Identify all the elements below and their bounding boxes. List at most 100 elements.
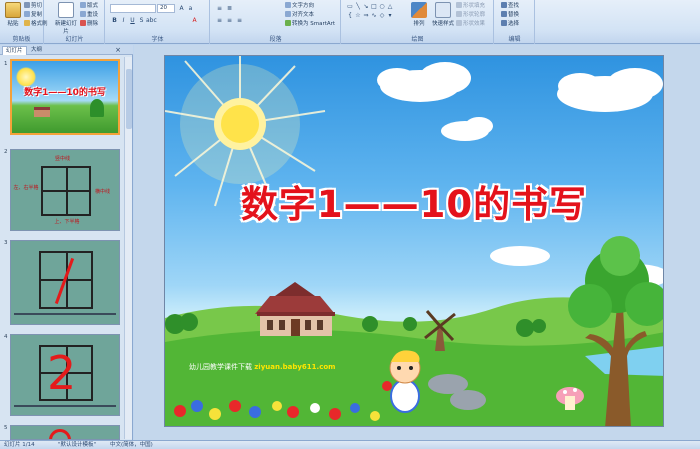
smartart-icon [285, 20, 291, 26]
digit-three-glyph [49, 429, 71, 439]
tab-outline[interactable]: 大纲 [28, 46, 45, 55]
grid-box [39, 251, 93, 309]
align-text-button[interactable]: 对齐文本 [285, 11, 314, 19]
thumb-number: 2 [4, 149, 8, 155]
sun-icon [16, 67, 36, 87]
align-center-button[interactable]: ≡ [225, 16, 234, 25]
pane-scrollbar[interactable] [124, 57, 132, 439]
slides-group-label: 幻灯片 [65, 36, 84, 43]
paragraph-group: ≡ ≣ ≡ ≡ ≡ 文字方向 对齐文本 转换为 SmartArt 段落 [211, 0, 341, 44]
language-status[interactable]: 中文(简体，中国) [110, 441, 153, 449]
credit-text: 幼儿园教学课件下载 ziyuan.baby611.com [189, 362, 335, 372]
slide-thumbnail-1[interactable]: 数字1——10的书写 [10, 59, 120, 135]
align-right-button[interactable]: ≡ [235, 16, 244, 25]
text-direction-icon [285, 2, 291, 8]
house-icon [34, 107, 50, 117]
layout-button[interactable]: 版式 [80, 2, 98, 10]
binoculars-icon [501, 2, 507, 8]
shape-arrow-icon[interactable]: ↘ [362, 3, 370, 11]
paste-button[interactable]: 粘贴 [2, 2, 24, 27]
grid-box [41, 166, 91, 216]
text-direction-button[interactable]: 文字方向 [285, 2, 314, 10]
arrange-icon [411, 2, 427, 18]
reset-icon [80, 11, 86, 17]
thumb-number: 5 [4, 425, 8, 431]
format-painter-button[interactable]: 格式刷 [24, 20, 48, 28]
find-button[interactable]: 查找 [501, 2, 519, 10]
grid-hline [43, 190, 89, 192]
slide-canvas[interactable]: 数字1——10的书写 幼儿园教学课件下载 ziyuan.baby611.com [164, 55, 664, 427]
shape-textbox-icon[interactable]: ▭ [346, 3, 354, 11]
thumb-title: 数字1——10的书写 [24, 88, 106, 98]
theme-name: "默认设计模板" [58, 442, 97, 448]
delete-icon [80, 20, 86, 26]
slide-thumbnail-5[interactable] [10, 425, 120, 440]
slide-thumbnail-3[interactable] [10, 240, 120, 325]
font-group: 20 A a B I U S abc A 字体 [106, 0, 210, 44]
clipboard-group: 粘贴 剪切 复制 格式刷 剪贴板 [0, 0, 48, 44]
smartart-button[interactable]: 转换为 SmartArt [285, 20, 335, 28]
slides-group: 新建幻灯片 版式 重设 删除 幻灯片 [45, 0, 105, 44]
credit-url: ziyuan.baby611.com [254, 363, 336, 371]
bold-button[interactable]: B [110, 16, 119, 25]
reset-button[interactable]: 重设 [80, 11, 98, 19]
slides-pane: 幻灯片 大纲 × 1 数字1——10的书写 2 竖中线 左、右半格 横中线 上、… [0, 45, 133, 440]
scroll-thumb[interactable] [126, 69, 132, 129]
thumb-number: 1 [4, 61, 8, 67]
select-button[interactable]: 选择 [501, 20, 519, 28]
shape-effects-button[interactable]: 形状效果 [456, 20, 485, 28]
arrange-button[interactable]: 排列 [408, 2, 430, 27]
shape-rectangle-icon[interactable]: □ [370, 3, 378, 11]
font-size-combo[interactable]: 20 [157, 4, 175, 13]
shape-star-icon[interactable]: ☆ [354, 12, 362, 20]
ribbon: 粘贴 剪切 复制 格式刷 剪贴板 新建幻灯片 版式 重设 删除 幻灯片 20 A… [0, 0, 700, 44]
copy-button[interactable]: 复制 [24, 11, 42, 19]
pen-icon [456, 11, 462, 17]
copy-icon [24, 11, 30, 17]
shrink-font-button[interactable]: a [186, 4, 195, 13]
label-left-right-half: 左、右半格 [13, 185, 39, 191]
shape-bracket-icon[interactable]: { [346, 12, 354, 20]
numbering-button[interactable]: ≣ [225, 4, 234, 13]
cut-button[interactable]: 剪切 [24, 2, 42, 10]
shape-curve-icon[interactable]: ∿ [370, 12, 378, 20]
credit-label: 幼儿园教学课件下载 [189, 363, 252, 371]
thumb-caption-line [14, 405, 116, 407]
shape-more-icon[interactable]: ▾ [386, 12, 394, 20]
slide-thumbnail-2[interactable]: 竖中线 左、右半格 横中线 上、下半格 [10, 149, 120, 231]
status-bar: 幻灯片 1/14 "默认设计模板" 中文(简体，中国) [0, 440, 700, 449]
delete-slide-button[interactable]: 删除 [80, 20, 98, 28]
quick-styles-button[interactable]: 快速样式 [432, 2, 454, 27]
tab-slides[interactable]: 幻灯片 [2, 46, 27, 55]
italic-button[interactable]: I [119, 16, 128, 25]
paste-icon [5, 2, 21, 18]
shape-oval-icon[interactable]: ○ [378, 3, 386, 11]
shape-triangle-icon[interactable]: △ [386, 3, 394, 11]
slide-thumbnail-4[interactable]: 2 [10, 334, 120, 416]
replace-icon [501, 11, 507, 17]
shape-outline-button[interactable]: 形状轮廓 [456, 11, 485, 19]
close-icon[interactable]: × [115, 46, 121, 54]
quick-styles-icon [435, 2, 451, 18]
shape-line-icon[interactable]: ╲ [354, 3, 362, 11]
shape-callout-icon[interactable]: ◇ [378, 12, 386, 20]
font-group-label: 字体 [151, 36, 164, 43]
font-color-button[interactable]: A [190, 16, 199, 25]
shadow-button[interactable]: S [137, 16, 146, 25]
new-slide-icon [58, 2, 74, 18]
paint-bucket-icon [456, 2, 462, 8]
paragraph-group-label: 段落 [269, 36, 282, 43]
font-name-combo[interactable] [110, 4, 156, 13]
shape-fill-button[interactable]: 形状填充 [456, 2, 485, 10]
align-left-button[interactable]: ≡ [215, 16, 224, 25]
underline-button[interactable]: U [128, 16, 137, 25]
grow-font-button[interactable]: A [177, 4, 186, 13]
slide-title[interactable]: 数字1——10的书写 [165, 174, 663, 228]
layout-icon [80, 2, 86, 8]
shape-right-arrow-icon[interactable]: ⇒ [362, 12, 370, 20]
replace-button[interactable]: 替换 [501, 11, 519, 19]
new-slide-button[interactable]: 新建幻灯片 [55, 2, 77, 35]
bullets-button[interactable]: ≡ [215, 4, 224, 13]
strikethrough-button[interactable]: abc [146, 16, 157, 25]
tree-icon [90, 99, 104, 117]
